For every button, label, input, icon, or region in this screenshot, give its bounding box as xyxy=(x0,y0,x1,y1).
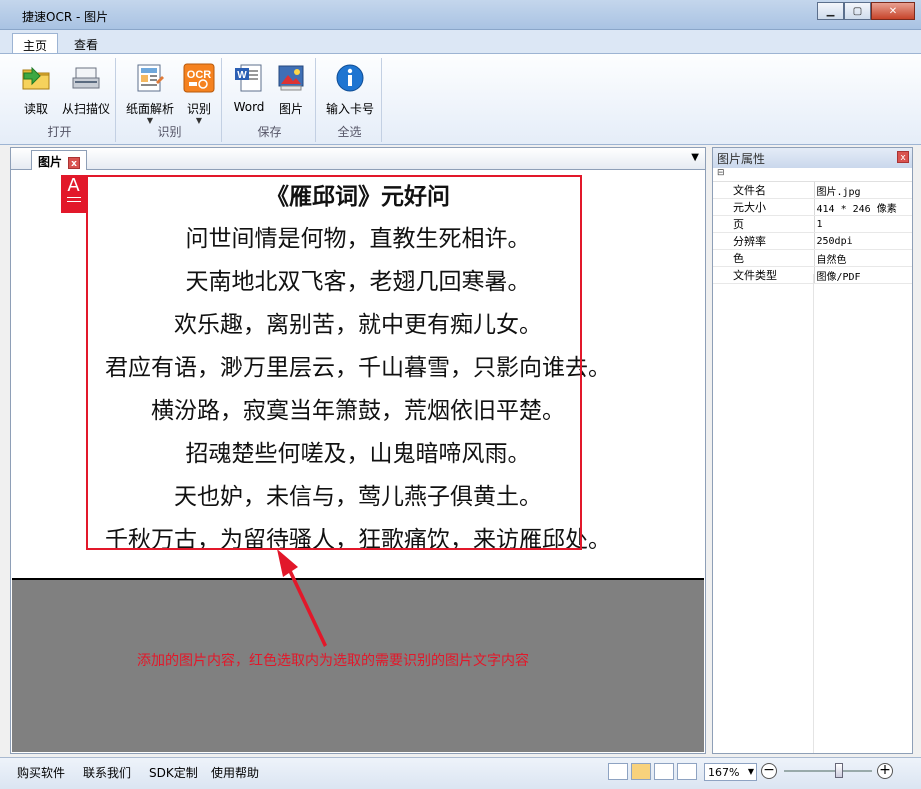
read-button[interactable]: 读取 xyxy=(16,62,56,117)
view-mode-buttons xyxy=(608,763,697,780)
table-row: 元大小 414 * 246 像素 xyxy=(713,198,912,216)
column-divider xyxy=(813,274,814,753)
save-word-button[interactable]: W Word xyxy=(230,62,268,114)
status-bar: 购买软件 联系我们 SDK定制 使用帮助 167% ▼ − + xyxy=(0,757,921,789)
properties-title: 图片属性 xyxy=(717,152,766,166)
properties-panel: 图片属性 x ⊟ 文件名 图片.jpg 元大小 414 * 246 像素 页1 分辨… xyxy=(712,147,913,754)
group-recognize: 纸面解析 ▼ OCR 识别 ▼ 识别 xyxy=(118,58,222,142)
minimize-button[interactable]: ▁ xyxy=(817,2,844,20)
table-row: 色自然色 xyxy=(713,249,912,267)
fit-page-icon[interactable] xyxy=(608,763,628,780)
layout-analysis-label: 纸面解析 xyxy=(125,102,174,116)
table-row: 分辨率 250dpi xyxy=(713,232,912,250)
save-picture-label: 图片 xyxy=(278,102,303,116)
ribbon: 读取 从扫描仪 打开 纸面解析 ▼ OCR 识别 ▼ 识别 W Word 图片 … xyxy=(0,53,921,145)
group-open-label: 打开 xyxy=(47,125,72,139)
save-word-label: Word xyxy=(233,100,265,114)
word-icon: W xyxy=(235,64,262,92)
contact-us-link[interactable]: 联系我们 xyxy=(83,764,131,781)
zoom-select[interactable]: 167% ▼ xyxy=(704,763,757,781)
zoom-value: 167% xyxy=(708,766,740,779)
annotation-text: 添加的图片内容，红色选取内为选取的需要识别的图片文字内容 xyxy=(137,653,529,669)
group-select-all-label: 全选 xyxy=(337,125,362,139)
buy-software-link[interactable]: 购买软件 xyxy=(17,764,65,781)
sdk-custom-link[interactable]: SDK定制 xyxy=(149,764,198,781)
chevron-down-icon: ▼ xyxy=(747,767,754,776)
document-pane: 图片 x ▼ 《雁邱词》元好问 问世间情是何物，直教生死相许。 天南地北双飞客，老… xyxy=(10,147,706,754)
collapse-icon[interactable]: ⊟ xyxy=(713,168,912,182)
save-picture-button[interactable]: 图片 xyxy=(272,62,310,117)
picture-icon xyxy=(278,65,304,91)
read-label: 读取 xyxy=(23,102,48,116)
folder-icon xyxy=(22,66,50,90)
properties-table: 文件名 图片.jpg 元大小 414 * 246 像素 页1 分辨率 250dpi 色… xyxy=(713,182,912,284)
input-card-label: 输入卡号 xyxy=(325,102,374,116)
table-row: 页1 xyxy=(713,215,912,233)
title-bar: 捷速OCR - 图片 ▁ ▢ ✕ xyxy=(0,0,921,30)
close-button[interactable]: ✕ xyxy=(871,2,915,20)
close-icon[interactable]: x xyxy=(897,151,909,163)
maximize-button[interactable]: ▢ xyxy=(844,2,871,20)
group-recognize-label: 识别 xyxy=(157,125,182,139)
layout-analysis-icon xyxy=(137,64,164,92)
input-card-button[interactable]: 输入卡号 xyxy=(322,62,378,117)
info-icon xyxy=(336,64,364,92)
zoom-slider-thumb[interactable] xyxy=(835,763,843,778)
tab-home[interactable]: 主页 xyxy=(12,33,59,54)
group-open: 读取 从扫描仪 打开 xyxy=(4,58,116,142)
help-link[interactable]: 使用帮助 xyxy=(211,764,259,781)
recognize-label: 识别 xyxy=(186,102,211,116)
group-save-label: 保存 xyxy=(257,125,282,139)
table-row: 文件名 图片.jpg xyxy=(713,182,912,199)
split-view-icon[interactable] xyxy=(677,763,697,780)
group-select-all: 输入卡号 全选 xyxy=(318,58,382,142)
svg-text:W: W xyxy=(237,70,247,81)
scanner-icon xyxy=(72,67,100,89)
tab-view[interactable]: 查看 xyxy=(64,33,108,54)
ribbon-tabs: 主页 查看 xyxy=(0,30,921,54)
recognize-button[interactable]: OCR 识别 ▼ xyxy=(180,62,218,125)
text-view-icon[interactable] xyxy=(654,763,674,780)
image-view-icon[interactable] xyxy=(631,763,651,780)
group-save: W Word 图片 保存 xyxy=(224,58,316,142)
window-title: 捷速OCR - 图片 xyxy=(22,10,109,24)
layout-analysis-button[interactable]: 纸面解析 ▼ xyxy=(122,62,178,125)
ocr-icon: OCR xyxy=(183,63,215,93)
ocr-icon-text: OCR xyxy=(187,69,212,81)
properties-header: 图片属性 x xyxy=(713,148,912,168)
scanner-button[interactable]: 从扫描仪 xyxy=(58,62,114,117)
zoom-in-icon[interactable]: + xyxy=(877,763,893,779)
zoom-out-icon[interactable]: − xyxy=(761,763,777,779)
zoom-slider-track[interactable] xyxy=(784,770,872,772)
scanner-label: 从扫描仪 xyxy=(61,102,110,116)
